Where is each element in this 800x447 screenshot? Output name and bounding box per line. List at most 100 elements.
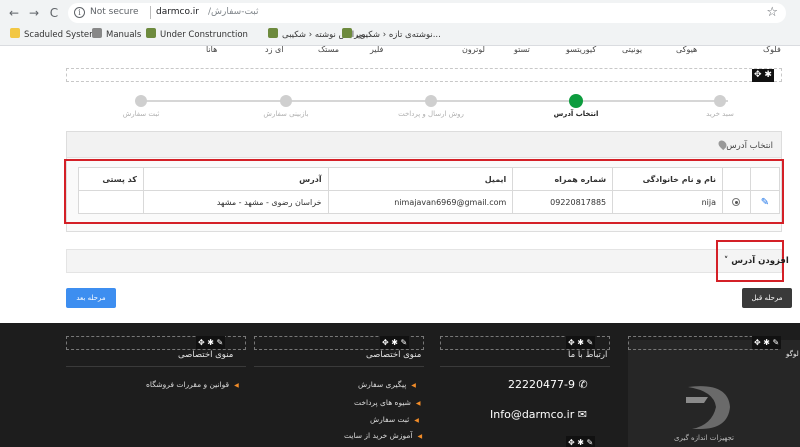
footer-link-label: آموزش خرید از سایت [344, 431, 413, 440]
cell-name: nija [612, 190, 724, 214]
step-dot-shipping [425, 95, 437, 107]
footer-divider [254, 366, 424, 367]
step-dot-submit [135, 95, 147, 107]
folder-icon [10, 28, 20, 38]
col-address: آدرس [142, 167, 329, 191]
add-address-bar [66, 249, 782, 273]
phone-number: 22220477-9 [508, 378, 575, 391]
bookmark-star-icon[interactable]: ☆ [766, 5, 778, 20]
step-dot-cart [714, 95, 726, 107]
chevron-down-icon: ˅ [724, 256, 729, 266]
reload-icon[interactable]: C [46, 5, 62, 21]
phone-icon: ✆ [578, 378, 588, 391]
category-testo[interactable]: تستو [514, 45, 530, 54]
table-row[interactable]: خراسان رضوی - مشهد - مشهد nimajavan6969@… [78, 190, 781, 214]
step-label-shipping: روش ارسال و پرداخت [398, 110, 464, 118]
editor-toolbox[interactable]: ✥ ✱ ✎ [380, 336, 410, 349]
bookmark-manuals[interactable]: Manuals [92, 28, 141, 42]
footer-link-label: شیوه های پرداخت [354, 398, 411, 407]
editor-toolbox[interactable]: ✥ ✱ ✎ [566, 436, 596, 447]
footer-link-label: ثبت سفارش [370, 415, 410, 424]
address-table: کد پستی آدرس ایمیل شماره همراه نام و نام… [78, 167, 781, 214]
footer-divider [66, 366, 246, 367]
col-postal: کد پستی [78, 167, 144, 191]
cell-edit: ✎ [749, 190, 781, 214]
category-flir[interactable]: فلیر [370, 45, 383, 54]
footer-link-terms[interactable]: ◀ قوانین و مقررات فروشگاه [146, 380, 239, 389]
bookmark-label: Scaduled System [24, 30, 98, 40]
col-mobile: شماره همراه [512, 167, 614, 191]
url-path: /ثبت-سفارش [208, 7, 259, 17]
col-select [722, 167, 751, 191]
forward-icon[interactable]: → [26, 5, 42, 21]
category-mastech[interactable]: مستک [318, 45, 339, 54]
footer-logo-title: لوگو [786, 350, 799, 358]
category-fluke[interactable]: فلوک [763, 45, 781, 54]
menu-edit-strip [66, 68, 782, 82]
logo-caption: تجهیزات اندازه گیری [674, 434, 734, 442]
next-step-button[interactable]: مرحله بعد [66, 288, 116, 308]
address-panel-title: انتخاب آدرس [715, 138, 773, 151]
editor-toolbox[interactable]: ✥ ✱ [752, 69, 774, 82]
envelope-icon: ✉ [577, 408, 587, 421]
security-label: Not secure [90, 7, 139, 17]
editor-toolbox[interactable]: ✥ ✱ ✎ [196, 336, 226, 349]
logo-bar [686, 397, 708, 403]
category-uni-t[interactable]: یونیتی [622, 45, 642, 54]
category-hioki[interactable]: هیوکی [676, 45, 697, 54]
arrow-left-icon: ◀ [415, 400, 421, 407]
footer-email[interactable]: Info@darmco.ir ✉ [490, 408, 587, 421]
bookmark-new-post[interactable]: نوشته‌ی تازه ‹ شکیبی... [342, 28, 441, 42]
arrow-left-icon: ◀ [417, 433, 423, 440]
leaf-icon [146, 28, 156, 38]
footer-link-buy-guide[interactable]: ◀ آموزش خرید از سایت [344, 431, 422, 440]
category-ez[interactable]: ای زد [265, 45, 283, 54]
footer-link-track-order[interactable]: ◀ پیگیری سفارش [358, 380, 416, 389]
footer-link-submit-order[interactable]: ◀ ثبت سفارش [370, 415, 419, 424]
address-radio[interactable] [732, 198, 741, 206]
bookmark-label: Manuals [106, 30, 142, 40]
edit-icon[interactable]: ✎ [761, 197, 769, 208]
address-bar[interactable]: i Not secure darmco.ir /ثبت-سفارش ☆ [68, 3, 786, 23]
bookmark-under-construction[interactable]: Under Construnction [146, 28, 248, 42]
browser-chrome: ← → C i Not secure darmco.ir /ثبت-سفارش … [0, 0, 800, 46]
prev-step-button[interactable]: مرحله قبل [742, 288, 792, 308]
leaf-icon [268, 28, 278, 38]
bookmark-label: Under Construnction [160, 30, 248, 40]
bookmark-scaduled-system[interactable]: Scaduled System [10, 28, 97, 42]
footer-contact-title: ارتباط با ما [568, 350, 608, 360]
category-kyoritsu[interactable]: کیوریتسو [566, 45, 596, 54]
editor-toolbox[interactable]: ✥ ✱ ✎ [566, 336, 596, 349]
col-edit [749, 167, 781, 191]
footer-link-label: پیگیری سفارش [358, 380, 407, 389]
editor-toolbox[interactable]: ✥ ✱ ✎ [752, 336, 782, 349]
globe-icon [92, 28, 102, 38]
add-address-label: افزودن آدرس [731, 256, 789, 266]
add-address-toggle[interactable]: افزودن آدرس ˅ [724, 256, 789, 266]
back-icon[interactable]: ← [6, 5, 22, 21]
company-logo [686, 386, 730, 429]
category-lutron[interactable]: لوترون [462, 45, 485, 54]
footer-menu1-title: منوی اختصاصی [366, 350, 422, 360]
arrow-left-icon: ◀ [414, 417, 419, 424]
category-hanna[interactable]: هانا [206, 45, 217, 54]
bookmark-label: نوشته‌ی تازه ‹ شکیبی... [356, 30, 441, 40]
info-icon[interactable]: i [74, 7, 85, 18]
step-label-cart: سبد خرید [706, 110, 734, 118]
step-label-address: انتخاب آدرس [553, 110, 599, 118]
address-panel-header: انتخاب آدرس [67, 132, 781, 158]
cell-address: خراسان رضوی - مشهد - مشهد [142, 190, 329, 214]
arrow-left-icon: ◀ [234, 382, 239, 389]
footer-divider [440, 366, 610, 367]
address-panel-title-text: انتخاب آدرس [726, 141, 773, 151]
email-address: Info@darmco.ir [490, 408, 575, 421]
address-table-header: کد پستی آدرس ایمیل شماره همراه نام و نام… [78, 167, 781, 191]
address-separator [150, 6, 151, 19]
cell-mobile: 09220817885 [512, 190, 614, 214]
footer-phone[interactable]: 22220477-9 ✆ [508, 378, 588, 391]
cell-email: nimajavan6969@gmail.com [327, 190, 514, 214]
col-name: نام و نام خانوادگی [612, 167, 724, 191]
footer-link-payment-methods[interactable]: ◀ شیوه های پرداخت [354, 398, 421, 407]
footer-link-label: قوانین و مقررات فروشگاه [146, 380, 230, 389]
footer-menu2-title: منوی اختصاصی [178, 350, 234, 360]
